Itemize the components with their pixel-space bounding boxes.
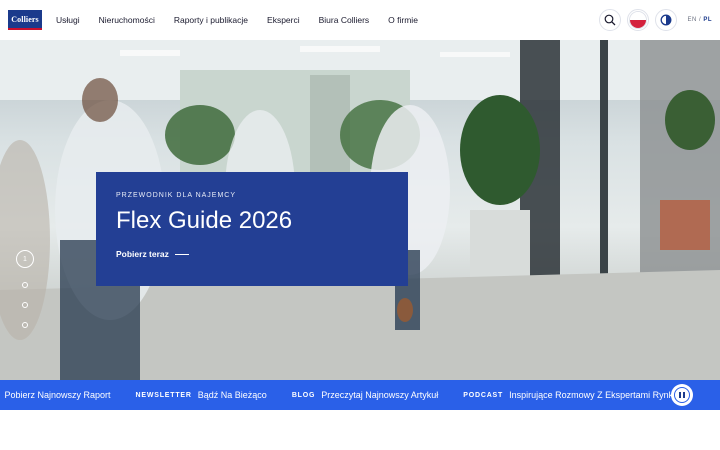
main-nav: Usługi Nieruchomości Raporty i publikacj… xyxy=(56,0,437,40)
slide-indicator-active[interactable]: 1 xyxy=(16,250,34,268)
logo-text: Colliers xyxy=(11,14,39,24)
header-tools: EN / PL xyxy=(599,9,712,31)
ticker-text: Pobierz Najnowszy Raport xyxy=(4,390,111,400)
nav-item-raporty[interactable]: Raporty i publikacje xyxy=(174,15,248,25)
lang-pl-link[interactable]: PL xyxy=(703,17,712,23)
promo-eyebrow: PRZEWODNIK DLA NAJEMCY xyxy=(116,192,237,199)
search-button[interactable] xyxy=(599,9,622,31)
slide-number: 1 xyxy=(23,255,27,263)
ticker-tag: PODCAST xyxy=(463,391,504,399)
ticker-tag: NEWSLETTER xyxy=(135,391,192,399)
promo-card: PRZEWODNIK DLA NAJEMCY Flex Guide 2026 P… xyxy=(96,172,408,286)
slide-indicator[interactable] xyxy=(22,322,28,328)
language-flag-button[interactable] xyxy=(627,9,650,31)
news-ticker: Y Pobierz Najnowszy Raport NEWSLETTER Bą… xyxy=(0,380,720,410)
arrow-line-icon xyxy=(174,253,189,255)
slide-indicator[interactable] xyxy=(22,302,28,308)
slide-indicator[interactable] xyxy=(22,282,28,288)
ticker-item[interactable]: BLOG Przeczytaj Najnowszy Artykuł xyxy=(292,390,438,400)
ticker-text: Inspirujące Rozmowy Z Ekspertami Rynku xyxy=(509,390,679,400)
ticker-item[interactable]: NEWSLETTER Bądź Na Bieżąco xyxy=(136,390,267,400)
hero-banner: 1 PRZEWODNIK DLA NAJEMCY Flex Guide 2026… xyxy=(0,40,720,380)
nav-item-eksperci[interactable]: Eksperci xyxy=(267,15,300,25)
ticker-track: Y Pobierz Najnowszy Raport NEWSLETTER Bą… xyxy=(0,390,703,400)
nav-item-o-firmie[interactable]: O firmie xyxy=(388,15,418,25)
language-switcher: EN / PL xyxy=(687,17,712,23)
promo-cta-label: Pobierz teraz xyxy=(116,249,169,259)
pause-icon xyxy=(674,387,690,403)
contrast-icon xyxy=(661,14,672,26)
ticker-item[interactable]: PODCAST Inspirujące Rozmowy Z Ekspertami… xyxy=(463,390,678,400)
nav-item-uslugi[interactable]: Usługi xyxy=(56,15,80,25)
ticker-pause-button[interactable] xyxy=(671,384,693,406)
site-header: Colliers Usługi Nieruchomości Raporty i … xyxy=(0,0,720,40)
ticker-text: Przeczytaj Najnowszy Artykuł xyxy=(321,390,439,400)
ticker-text: Bądź Na Bieżąco xyxy=(197,390,267,400)
contrast-toggle-button[interactable] xyxy=(655,9,678,31)
nav-item-nieruchomosci[interactable]: Nieruchomości xyxy=(99,15,155,25)
nav-item-biura[interactable]: Biura Colliers xyxy=(319,15,370,25)
promo-cta-link[interactable]: Pobierz teraz xyxy=(116,249,388,259)
poland-flag-icon xyxy=(629,11,648,29)
slide-pagination: 1 xyxy=(14,250,36,328)
lang-en-link[interactable]: EN xyxy=(687,17,696,23)
colliers-logo[interactable]: Colliers xyxy=(8,10,42,30)
search-icon xyxy=(605,14,616,26)
promo-title: Flex Guide 2026 xyxy=(116,207,293,234)
ticker-item[interactable]: Y Pobierz Najnowszy Raport xyxy=(0,390,111,400)
ticker-tag: BLOG xyxy=(291,391,316,399)
lang-separator: / xyxy=(698,17,702,23)
